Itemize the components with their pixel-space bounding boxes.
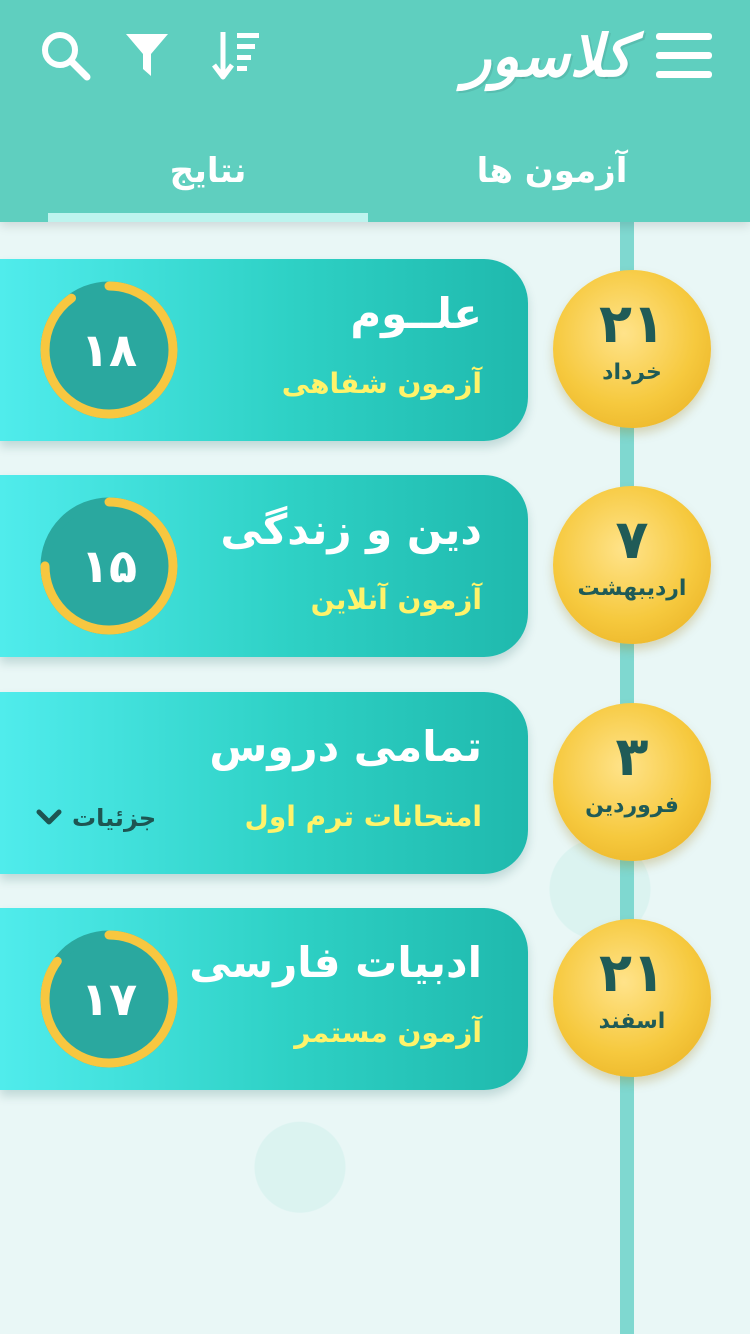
tab-bar: نتایج آزمون ها [0,120,750,222]
details-toggle[interactable]: جزئیات [36,798,156,838]
date-month: خرداد [602,360,662,385]
score-value: ۱۷ [80,972,138,1026]
app-header: کلاسور نتایج آزمون ها [0,0,750,222]
result-card[interactable]: ۱۵ دین و زندگی آزمون آنلاین [0,475,528,657]
sort-icon [212,32,259,80]
result-card[interactable]: ۱۷ ادبیات فارسی آزمون مستمر [0,908,528,1090]
subject-title: دین و زندگی [220,505,482,554]
tab-exams[interactable]: آزمون ها [392,120,712,222]
date-month: اردیبهشت [577,576,687,601]
menu-icon [656,33,712,78]
search-icon [42,32,91,81]
search-button[interactable] [36,26,94,84]
details-label: جزئیات [72,804,157,832]
result-row[interactable]: ۱۷ ادبیات فارسی آزمون مستمر ۲۱ اسفند [0,908,750,1090]
filter-icon [126,34,168,76]
result-card[interactable]: جزئیات تمامی دروس امتحانات ترم اول [0,692,528,874]
subject-title: ادبیات فارسی [189,938,482,987]
result-card[interactable]: ۱۸ علــوم آزمون شفاهی [0,259,528,441]
date-day: ۳ [615,725,649,788]
score-ring: ۱۷ [38,928,180,1070]
filter-button[interactable] [122,26,172,84]
date-day: ۷ [615,508,649,571]
score-ring: ۱۸ [38,279,180,421]
sort-button[interactable] [208,26,264,84]
date-day: ۲۱ [599,941,665,1004]
menu-button[interactable] [656,30,712,82]
subject-title: علــوم [350,289,482,338]
result-row[interactable]: ۱۸ علــوم آزمون شفاهی ۲۱ خرداد [0,259,750,441]
exam-type: امتحانات ترم اول [244,800,482,833]
exam-type: آزمون شفاهی [281,367,482,400]
exam-type: آزمون مستمر [294,1016,482,1049]
result-row[interactable]: جزئیات تمامی دروس امتحانات ترم اول ۳ فرو… [0,692,750,874]
score-value: ۱۵ [80,539,138,593]
date-badge: ۲۱ اسفند [553,919,711,1077]
score-value: ۱۸ [80,323,138,377]
exam-type: آزمون آنلاین [310,583,482,616]
date-month: اسفند [598,1009,666,1034]
chevron-down-icon [36,809,62,825]
result-row[interactable]: ۱۵ دین و زندگی آزمون آنلاین ۷ اردیبهشت [0,475,750,657]
date-day: ۲۱ [599,292,665,355]
subject-title: تمامی دروس [209,722,482,771]
active-tab-indicator [48,213,368,222]
score-ring: ۱۵ [38,495,180,637]
tab-results[interactable]: نتایج [48,120,368,222]
date-badge: ۳ فروردین [553,703,711,861]
date-month: فروردین [585,793,679,818]
date-badge: ۷ اردیبهشت [553,486,711,644]
app-logo: کلاسور [463,22,634,90]
date-badge: ۲۱ خرداد [553,270,711,428]
